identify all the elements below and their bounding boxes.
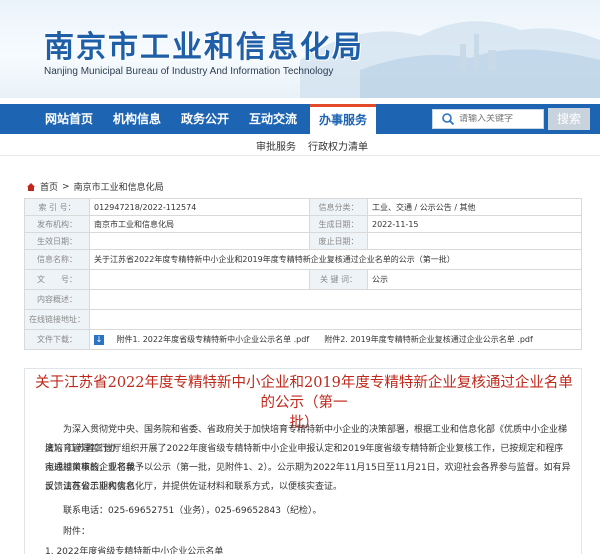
category-value: 工业、交通 / 公示公告 / 其他 bbox=[367, 198, 582, 216]
index-value: 012947218/2022-112574 bbox=[89, 198, 310, 216]
gen-date-label: 生成日期： bbox=[309, 215, 368, 233]
online-link-label: 在线链接地址： bbox=[24, 309, 90, 330]
article-paragraph-1-line-4: 反馈江苏省工业和信息化厅，并提供佐证材料和联系方式，以便核实查证。 bbox=[45, 482, 343, 492]
online-link-value bbox=[89, 309, 582, 330]
article-body: 关于江苏省2022年度专精特新中小企业和2019年度专精特新企业复核通过企业名单… bbox=[24, 368, 582, 554]
summary-label: 内容概述： bbox=[24, 289, 90, 310]
search-button[interactable]: 搜索 bbox=[548, 108, 590, 130]
search-box bbox=[432, 109, 544, 129]
article-attach-heading: 附件： bbox=[63, 527, 91, 537]
effective-label: 生效日期： bbox=[24, 232, 90, 250]
download-icon[interactable]: ↓ bbox=[94, 334, 104, 345]
breadcrumb-section[interactable]: 南京市工业和信息化局 bbox=[74, 180, 164, 193]
org-value: 南京市工业和信息化局 bbox=[89, 215, 310, 233]
category-label: 信息分类： bbox=[309, 198, 368, 216]
gen-date-value: 2022-11-15 bbox=[367, 215, 582, 233]
keyword-label: 关 键 词： bbox=[309, 269, 368, 290]
document-metadata-table: 索 引 号： 012947218/2022-112574 信息分类： 工业、交通… bbox=[24, 198, 582, 350]
site-subtitle: Nanjing Municipal Bureau of Industry And… bbox=[44, 66, 334, 77]
search-input[interactable] bbox=[459, 114, 539, 124]
subnav-approval-services[interactable]: 审批服务 bbox=[256, 138, 296, 153]
nav-government-affairs[interactable]: 政务公开 bbox=[174, 104, 236, 134]
nav-interaction[interactable]: 互动交流 bbox=[242, 104, 304, 134]
breadcrumb-separator: > bbox=[62, 181, 70, 192]
name-label: 信息名称： bbox=[24, 249, 90, 270]
article-contact: 联系电话：025-69652751（业务），025-69652843（纪检）。 bbox=[63, 506, 322, 516]
attach-label: 文件下载： bbox=[24, 329, 90, 350]
subnav-power-list[interactable]: 行政权力清单 bbox=[308, 138, 368, 153]
site-title: 南京市工业和信息化局 bbox=[44, 30, 364, 65]
table-row: 内容概述： bbox=[24, 289, 582, 310]
table-row: 文件下载： ↓ 附件1. 2022年度省级专精特新中小企业公示名单 .pdf 附… bbox=[24, 329, 582, 350]
breadcrumb: 首页 > 南京市工业和信息化局 bbox=[26, 180, 164, 193]
breadcrumb-home[interactable]: 首页 bbox=[40, 180, 58, 193]
summary-value bbox=[89, 289, 582, 310]
nav-home[interactable]: 网站首页 bbox=[38, 104, 100, 134]
table-row: 在线链接地址： bbox=[24, 309, 582, 330]
table-row: 信息名称： 关于江苏省2022年度专精特新中小企业和2019年度专精特新企业复核… bbox=[24, 249, 582, 270]
nav-services[interactable]: 办事服务 bbox=[310, 104, 376, 134]
search-icon bbox=[442, 113, 455, 126]
nav-organization-info[interactable]: 机构信息 bbox=[106, 104, 168, 134]
abolish-value bbox=[367, 232, 582, 250]
sub-navigation: 审批服务 行政权力清单 bbox=[0, 134, 600, 156]
table-row: 索 引 号： 012947218/2022-112574 信息分类： 工业、交通… bbox=[24, 198, 582, 216]
site-header-banner: 南京市工业和信息化局 Nanjing Municipal Bureau of I… bbox=[0, 0, 600, 98]
table-row: 文 号： 关 键 词： 公示 bbox=[24, 269, 582, 290]
effective-value bbox=[89, 232, 310, 250]
attachment-link-1[interactable]: 附件1. 2022年度省级专精特新中小企业公示名单 .pdf bbox=[117, 335, 310, 344]
table-row: 发布机构： 南京市工业和信息化局 生成日期： 2022-11-15 bbox=[24, 215, 582, 233]
docno-value bbox=[89, 269, 310, 290]
attachment-link-2[interactable]: 附件2. 2019年度专精特新企业复核通过企业公示名单 .pdf bbox=[324, 335, 533, 344]
name-value: 关于江苏省2022年度专精特新中小企业和2019年度专精特新企业复核通过企业名单… bbox=[89, 249, 582, 270]
index-label: 索 引 号： bbox=[24, 198, 90, 216]
table-row: 生效日期： 废止日期： bbox=[24, 232, 582, 250]
home-icon bbox=[27, 182, 35, 191]
main-navigation: 网站首页 机构信息 政务公开 互动交流 办事服务 搜索 bbox=[0, 104, 600, 134]
docno-label: 文 号： bbox=[24, 269, 90, 290]
org-label: 发布机构： bbox=[24, 215, 90, 233]
article-attach-item[interactable]: 1. 2022年度省级专精特新中小企业公示名单 bbox=[45, 543, 571, 554]
attachments-cell: ↓ 附件1. 2022年度省级专精特新中小企业公示名单 .pdf 附件2. 20… bbox=[89, 329, 582, 350]
abolish-label: 废止日期： bbox=[309, 232, 368, 250]
keyword-value: 公示 bbox=[367, 269, 582, 290]
article-title-line-1: 关于江苏省2022年度专精特新中小企业和2019年度专精特新企业复核通过企业名单… bbox=[35, 375, 573, 411]
